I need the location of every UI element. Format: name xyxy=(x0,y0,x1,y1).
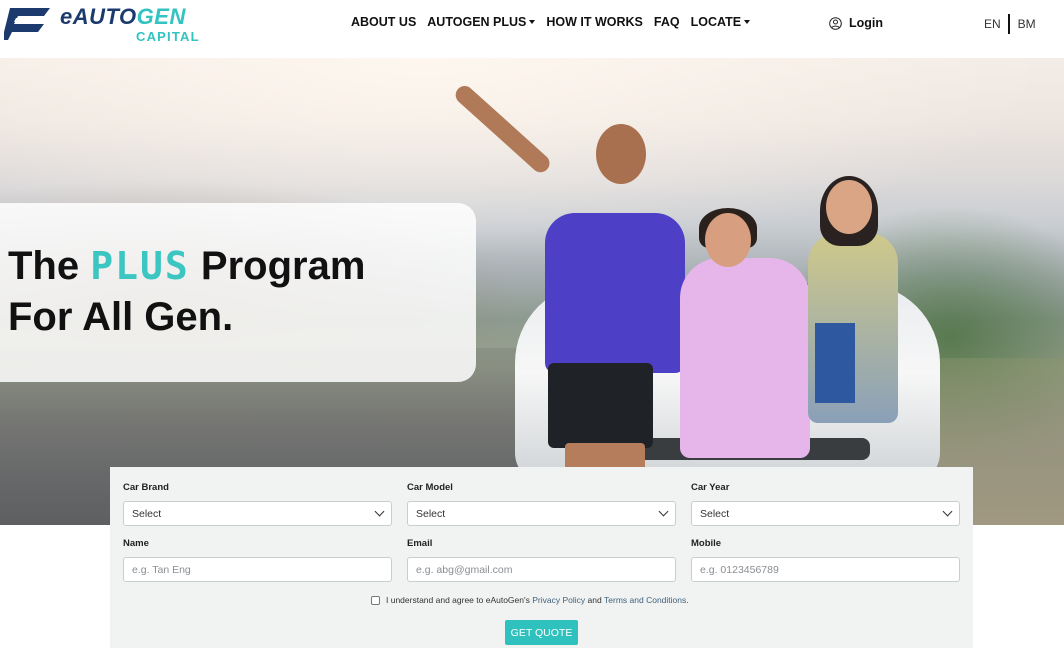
site-header: eAUTOGEN CAPITAL ABOUT US AUTOGEN PLUS H… xyxy=(0,0,1064,58)
brand-subtitle: CAPITAL xyxy=(136,29,200,44)
privacy-policy-link[interactable]: Privacy Policy xyxy=(532,595,585,605)
caret-down-icon xyxy=(529,20,536,24)
name-label: Name xyxy=(123,538,149,549)
email-field: Email e.g. abg@gmail.com xyxy=(407,538,676,582)
agree-terms-row: I understand and agree to eAutoGen's Pri… xyxy=(371,595,689,605)
chevron-down-icon xyxy=(374,506,385,517)
agree-text-1: I understand and agree to eAutoGen's xyxy=(386,595,533,605)
brand-logo[interactable]: eAUTOGEN CAPITAL xyxy=(4,4,214,46)
car-model-select[interactable]: Select xyxy=(407,501,676,526)
car-brand-field: Car Brand Select xyxy=(123,482,392,526)
hero-man-head xyxy=(596,124,646,184)
name-placeholder: e.g. Tan Eng xyxy=(132,563,191,576)
car-year-label: Car Year xyxy=(691,482,730,493)
car-model-field: Car Model Select xyxy=(407,482,676,526)
lang-bm[interactable]: BM xyxy=(1018,17,1036,31)
hero-title-suffix: Program xyxy=(200,244,366,288)
email-placeholder: e.g. abg@gmail.com xyxy=(416,563,513,576)
hero-headline-card: The PLUS Program For All Gen. xyxy=(0,203,476,382)
user-circle-icon xyxy=(829,16,842,30)
car-year-field: Car Year Select xyxy=(691,482,960,526)
brand-wordmark: eAUTOGEN xyxy=(60,6,186,28)
nav-item-label: HOW IT WORKS xyxy=(546,15,643,29)
car-brand-select[interactable]: Select xyxy=(123,501,392,526)
hero-headline: The PLUS Program For All Gen. xyxy=(8,241,365,343)
main-nav: ABOUT US AUTOGEN PLUS HOW IT WORKS FAQ L… xyxy=(351,15,761,29)
quote-form: Car Brand Select Car Model Select Car Ye… xyxy=(110,467,973,648)
nav-item-label: AUTOGEN PLUS xyxy=(427,15,527,29)
car-year-select[interactable]: Select xyxy=(691,501,960,526)
language-switcher: EN BM xyxy=(984,14,1036,34)
mobile-placeholder: e.g. 0123456789 xyxy=(700,563,779,576)
caret-down-icon xyxy=(744,20,751,24)
login-label: Login xyxy=(849,16,884,30)
agree-text-2: and xyxy=(585,595,605,605)
car-model-label: Car Model xyxy=(407,482,453,493)
hero-man-shorts xyxy=(548,363,653,448)
nav-item-how-it-works[interactable]: HOW IT WORKS xyxy=(546,15,643,29)
e-logo-icon xyxy=(4,8,50,40)
mobile-label: Mobile xyxy=(691,538,722,549)
hero-girl-dress xyxy=(680,258,810,458)
car-brand-label: Car Brand xyxy=(123,482,169,493)
lang-en[interactable]: EN xyxy=(984,17,1001,31)
name-input[interactable]: e.g. Tan Eng xyxy=(123,557,392,582)
agree-checkbox[interactable] xyxy=(371,595,380,605)
nav-item-about-us[interactable]: ABOUT US xyxy=(351,15,416,29)
hero-title-highlight: PLUS xyxy=(90,244,190,288)
nav-item-locate[interactable]: LOCATE xyxy=(690,15,751,29)
hero-girl-head xyxy=(705,213,751,267)
lang-divider xyxy=(1007,14,1010,34)
hero-banner: The PLUS Program For All Gen. xyxy=(0,58,1064,525)
hero-title-line2: For All Gen. xyxy=(8,295,234,339)
hero-man-shirt xyxy=(545,213,685,373)
name-field: Name e.g. Tan Eng xyxy=(123,538,392,582)
car-brand-value: Select xyxy=(132,507,162,520)
login-button[interactable]: Login xyxy=(829,16,883,30)
car-model-value: Select xyxy=(416,507,446,520)
brand-name-accent: GEN xyxy=(136,4,186,29)
hero-woman-jeans xyxy=(815,323,855,403)
chevron-down-icon xyxy=(942,506,953,517)
chevron-down-icon xyxy=(658,506,669,517)
nav-item-label: ABOUT US xyxy=(351,15,417,29)
email-input[interactable]: e.g. abg@gmail.com xyxy=(407,557,676,582)
car-year-value: Select xyxy=(700,507,730,520)
mobile-field: Mobile e.g. 0123456789 xyxy=(691,538,960,582)
nav-item-autogen-plus[interactable]: AUTOGEN PLUS xyxy=(427,15,536,29)
nav-item-label: LOCATE xyxy=(690,15,742,29)
mobile-input[interactable]: e.g. 0123456789 xyxy=(691,557,960,582)
brand-name-primary: eAUTO xyxy=(60,4,137,29)
nav-item-label: FAQ xyxy=(653,15,680,29)
agree-text-3: . xyxy=(686,595,689,605)
hero-woman-head xyxy=(826,180,872,234)
terms-link[interactable]: Terms and Conditions xyxy=(604,595,686,605)
get-quote-button[interactable]: GET QUOTE xyxy=(505,620,578,645)
nav-item-faq[interactable]: FAQ xyxy=(654,15,680,29)
hero-title-prefix: The xyxy=(8,244,80,288)
email-label: Email xyxy=(407,538,433,549)
